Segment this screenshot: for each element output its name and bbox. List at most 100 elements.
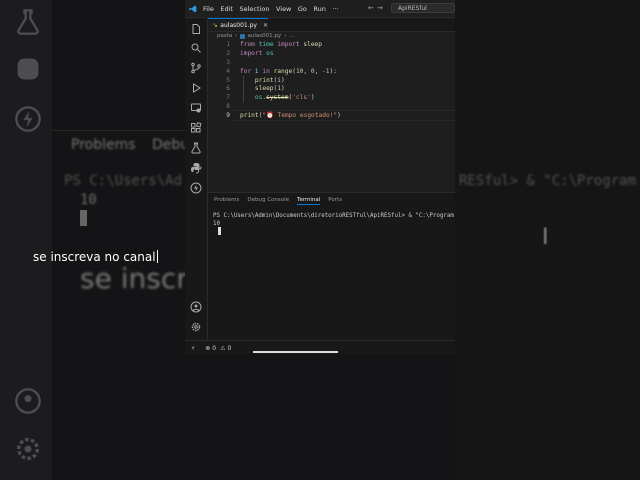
background-number: 10: [80, 192, 97, 208]
code-text: from time import sleep: [240, 41, 322, 50]
code-token: ): [281, 76, 285, 84]
code-token: sleep: [254, 85, 274, 93]
chevron-right-icon: ›: [235, 33, 238, 39]
code-text: for i in range(10, 0, -1):: [240, 68, 337, 77]
background-activity-bar: [0, 0, 52, 480]
vscode-logo-icon: [189, 5, 197, 12]
lightning-icon: [15, 106, 41, 132]
panel-tab-ports[interactable]: Ports: [328, 197, 342, 205]
account-icon: [15, 388, 41, 414]
line-number: 5: [226, 76, 230, 84]
nav-back-forward[interactable]: ←→: [368, 4, 386, 12]
python-file-icon: [213, 23, 217, 27]
remote-indicator-icon[interactable]: ⚡: [191, 345, 195, 352]
background-ibeam: I: [542, 225, 549, 250]
code-token: ,: [303, 67, 311, 75]
code-token: ): [281, 85, 285, 93]
menu-run[interactable]: Run: [313, 5, 325, 13]
line-number: 4: [226, 67, 230, 75]
problems-status[interactable]: ⊗ 0 ⚠ 0: [205, 345, 231, 352]
settings-gear-icon[interactable]: [190, 321, 202, 333]
run-debug-icon[interactable]: [190, 82, 202, 94]
code-text: print("⏰ Tempo esgotado!"): [240, 112, 341, 121]
warning-count: 0: [227, 344, 232, 352]
caption-text: se inscreva no canal: [33, 250, 156, 264]
code-line[interactable]: 5 print(i): [208, 77, 455, 86]
extensions-icon[interactable]: [190, 122, 202, 134]
code-token: ,: [314, 67, 323, 75]
terminal-cursor: [218, 227, 221, 235]
code-text: print(i): [240, 77, 285, 86]
code-line[interactable]: 3: [208, 59, 455, 68]
search-icon[interactable]: [190, 42, 202, 54]
panel-tab-debug-console[interactable]: Debug Console: [247, 197, 289, 205]
code-line[interactable]: 7 os.system('cls'): [208, 94, 455, 103]
code-token: for: [240, 67, 252, 75]
breadcrumb-file[interactable]: aulas001.py: [247, 33, 281, 39]
menu-file[interactable]: File: [203, 5, 214, 13]
terminal-line: 10: [213, 221, 220, 227]
python-icon[interactable]: [190, 162, 202, 174]
close-icon[interactable]: ✕: [263, 22, 268, 29]
code-line[interactable]: 1 from time import sleep: [208, 41, 455, 50]
panel-tab-terminal[interactable]: Terminal: [297, 197, 321, 205]
testing-flask-icon[interactable]: [190, 142, 202, 154]
background-tab-problems: Problems: [71, 137, 136, 153]
video-caption: se inscreva no canal: [33, 250, 158, 264]
code-line[interactable]: 9 print("⏰ Tempo esgotado!"): [208, 112, 455, 121]
account-icon[interactable]: [190, 301, 202, 313]
code-text: sleep(1): [240, 85, 285, 94]
code-line[interactable]: 8: [208, 103, 455, 112]
error-count: 0: [212, 344, 217, 352]
tab-aulas001[interactable]: aulas001.py ✕: [208, 18, 268, 31]
terminal-output[interactable]: PS C:\Users\Admin\Documents\diretorioRES…: [213, 212, 455, 228]
menu-edit[interactable]: Edit: [220, 5, 233, 13]
background-right-panel: RESful> & "C:\Program File I: [455, 0, 640, 480]
code-token: import: [277, 41, 300, 48]
code-token: ): [310, 94, 315, 102]
code-editor[interactable]: 1 from time import sleep 2 import os 3 4 for i…: [208, 41, 455, 121]
panel-tab-problems[interactable]: Problems: [214, 197, 239, 205]
menu-selection[interactable]: Selection: [239, 5, 269, 13]
menu-more[interactable]: ···: [332, 5, 338, 13]
code-token: range: [273, 67, 293, 75]
code-token: 'cls': [292, 94, 311, 102]
source-control-icon[interactable]: [190, 62, 202, 74]
arrow-left-icon[interactable]: ←: [368, 4, 377, 12]
code-token: print: [254, 76, 274, 84]
error-icon: ⊗: [205, 344, 211, 352]
warning-icon: ⚠: [220, 344, 226, 352]
video-progress-bar: [253, 351, 338, 353]
code-token: "⏰ Tempo esgotado!": [262, 112, 338, 120]
code-token: ): [337, 112, 341, 120]
line-number: 7: [226, 94, 230, 102]
python-icon: [17, 58, 39, 80]
arrow-right-icon[interactable]: →: [377, 4, 386, 12]
editor-tabs: aulas001.py ✕: [208, 18, 455, 32]
line-number: 3: [226, 58, 230, 66]
code-token: from: [240, 41, 255, 48]
bottom-panel: Problems Debug Console Terminal Ports PS…: [208, 192, 455, 341]
code-text: import os: [240, 50, 274, 59]
code-token: os: [266, 49, 274, 57]
background-cursor: [80, 210, 87, 226]
gear-icon: [16, 437, 40, 461]
vscode-window: File Edit Selection View Go Run ··· ←→ A…: [185, 0, 455, 354]
breadcrumb-folder[interactable]: pasta: [217, 33, 232, 39]
code-line[interactable]: 6 sleep(1): [208, 85, 455, 94]
menu-view[interactable]: View: [276, 5, 291, 13]
command-center-search[interactable]: ApiRESful: [391, 3, 455, 13]
explorer-icon[interactable]: [190, 23, 202, 35]
thunder-client-icon[interactable]: [190, 182, 202, 194]
remote-explorer-icon[interactable]: [190, 102, 202, 114]
breadcrumb-more[interactable]: ...: [289, 33, 294, 39]
terminal-line: PS C:\Users\Admin\Documents\diretorioRES…: [213, 213, 455, 219]
background-prompt: PS C:\Users\Ad: [64, 173, 183, 189]
code-line[interactable]: 2 import os: [208, 50, 455, 59]
menu-go[interactable]: Go: [298, 5, 307, 13]
code-token: ):: [329, 67, 337, 75]
background-right-text: RESful> & "C:\Program File: [459, 173, 640, 189]
code-line[interactable]: 4 for i in range(10, 0, -1):: [208, 68, 455, 77]
